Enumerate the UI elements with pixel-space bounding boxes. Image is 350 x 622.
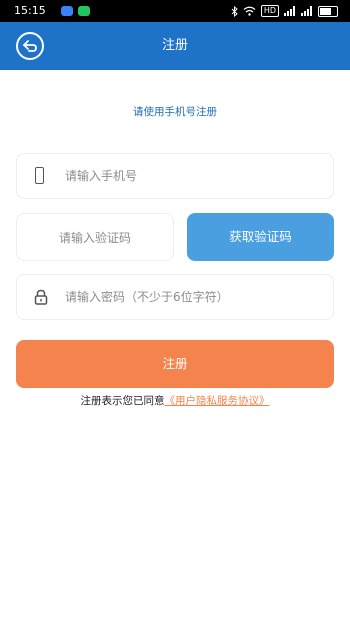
lock-icon: [34, 289, 48, 305]
privacy-agreement-link[interactable]: 《用户隐私服务协议》: [165, 395, 270, 407]
get-code-button[interactable]: 获取验证码: [187, 213, 334, 261]
page-title: 注册: [161, 38, 188, 53]
agreement-text: 注册表示您已同意《用户隐私服务协议》: [0, 394, 350, 408]
verification-code-field[interactable]: 请输入验证码: [16, 213, 174, 261]
wifi-icon: [243, 6, 256, 16]
bluetooth-icon: [231, 5, 238, 17]
agreement-prefix: 注册表示您已同意: [80, 395, 165, 407]
battery-icon: [318, 5, 338, 17]
app-notification-icon: [61, 6, 73, 16]
status-bar: 15:15 HD: [0, 0, 350, 22]
register-button-label: 注册: [162, 356, 188, 371]
signal-icon: [284, 6, 295, 16]
app-header: 注册: [0, 22, 350, 70]
phone-field[interactable]: 请输入手机号: [16, 153, 334, 199]
message-notification-icon: [78, 6, 90, 16]
code-placeholder: 请输入验证码: [58, 231, 131, 245]
phone-placeholder: 请输入手机号: [65, 169, 138, 183]
phone-icon: [35, 167, 44, 184]
signal-icon-2: [301, 6, 312, 16]
register-hint: 请使用手机号注册: [133, 106, 217, 118]
status-time: 15:15: [14, 4, 46, 17]
get-code-label: 获取验证码: [229, 229, 292, 244]
hd-badge: HD: [260, 5, 279, 17]
register-button[interactable]: 注册: [16, 340, 334, 388]
password-placeholder: 请输入密码（不少于6位字符）: [65, 290, 229, 304]
status-right-icons: HD: [231, 4, 338, 18]
password-field[interactable]: 请输入密码（不少于6位字符）: [16, 274, 334, 320]
